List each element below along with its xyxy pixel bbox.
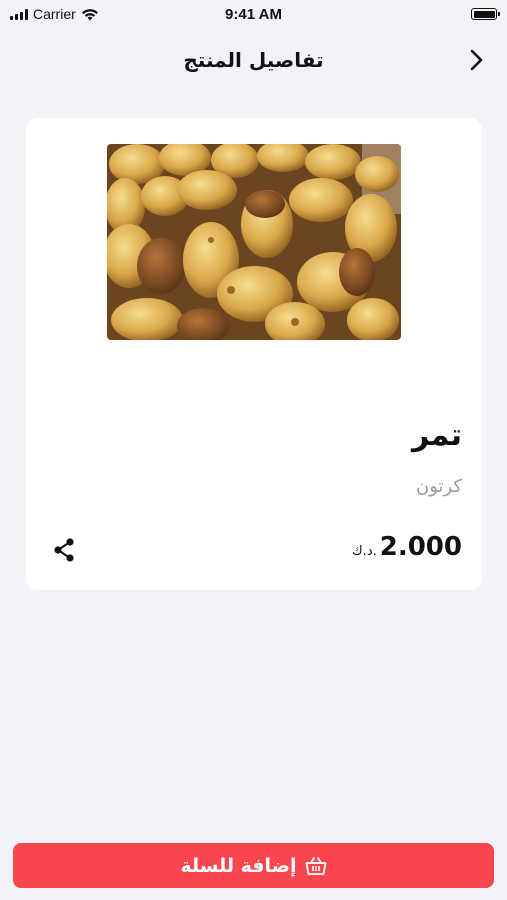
basket-icon (305, 856, 326, 875)
wifi-icon (81, 8, 98, 20)
carrier-label: Carrier (33, 6, 76, 22)
product-card: تمر كرتون د.ك. 2.000 (26, 118, 482, 590)
product-price: د.ك. 2.000 (352, 532, 462, 562)
price-value: 2.000 (379, 532, 462, 562)
status-right (377, 8, 500, 20)
add-to-cart-label: إضافة للسلة (180, 854, 297, 877)
price-currency: د.ك. (351, 544, 377, 559)
product-name: تمر (411, 418, 462, 453)
dates-photo (107, 144, 401, 340)
share-button[interactable] (50, 536, 78, 564)
back-button[interactable] (463, 46, 491, 74)
nav-bar: تفاصيل المنتج (0, 36, 507, 84)
add-to-cart-button[interactable]: إضافة للسلة (13, 843, 494, 888)
share-icon (54, 538, 74, 562)
product-unit: كرتون (415, 476, 462, 497)
page-title: تفاصيل المنتج (183, 48, 324, 72)
status-bar: Carrier 9:41 AM (0, 0, 507, 28)
battery-icon (471, 8, 500, 20)
chevron-right-icon (470, 49, 483, 71)
status-time: 9:41 AM (225, 5, 282, 23)
signal-icon (10, 8, 28, 20)
status-left: Carrier (10, 6, 130, 22)
product-image (107, 144, 401, 340)
